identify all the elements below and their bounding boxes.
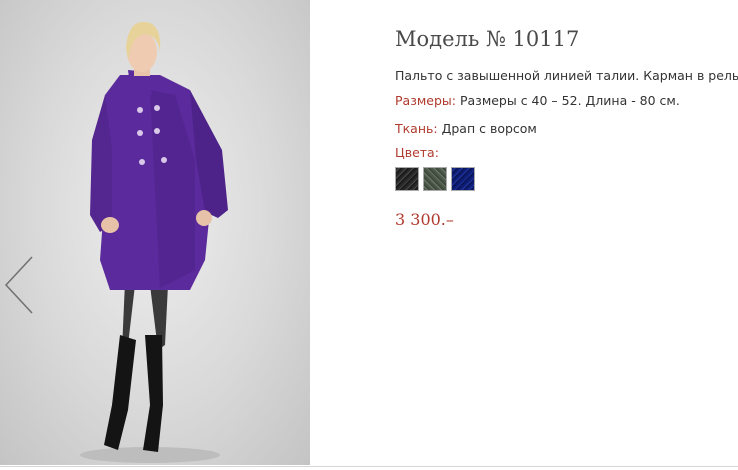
sizes-label: Размеры: bbox=[395, 93, 456, 108]
gallery-prev-button[interactable] bbox=[2, 255, 36, 315]
color-swatch-navy-blue[interactable] bbox=[451, 167, 475, 191]
sizes-value: Размеры с 40 – 52. Длина - 80 см. bbox=[459, 93, 680, 108]
colors-label: Цвета: bbox=[395, 145, 439, 160]
product-title: Модель № 10117 bbox=[395, 27, 580, 51]
sizes-row: Размеры: Размеры с 40 – 52. Длина - 80 с… bbox=[395, 93, 680, 108]
chevron-left-icon bbox=[4, 256, 33, 314]
color-swatches bbox=[395, 167, 475, 191]
colors-row: Цвета: bbox=[395, 145, 439, 160]
product-description: Пальто с завышенной линией талии. Карман… bbox=[395, 68, 738, 83]
fabric-label: Ткань: bbox=[395, 121, 438, 136]
divider bbox=[0, 466, 738, 467]
color-swatch-black[interactable] bbox=[395, 167, 419, 191]
model-figure bbox=[80, 21, 228, 463]
fabric-value: Драп с ворсом bbox=[441, 121, 537, 136]
fabric-row: Ткань: Драп с ворсом bbox=[395, 121, 537, 136]
product-photo bbox=[0, 0, 310, 465]
color-swatch-green-grey[interactable] bbox=[423, 167, 447, 191]
product-price: 3 300.– bbox=[395, 210, 454, 229]
